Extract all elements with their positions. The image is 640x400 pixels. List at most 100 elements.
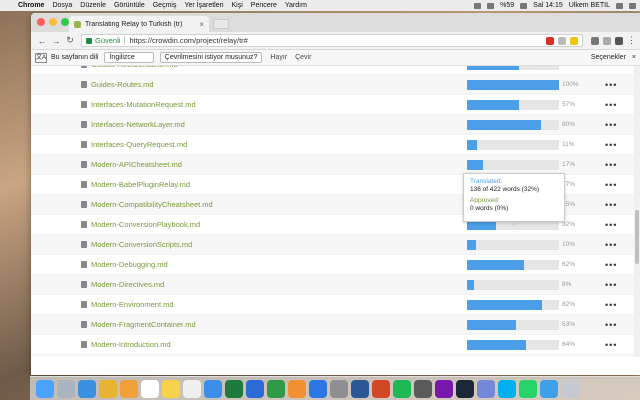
extension-icon-4[interactable] [615, 36, 623, 45]
file-row[interactable]: Interfaces-MutationRequest.md 57% ••• [31, 95, 640, 115]
steam-icon[interactable] [456, 379, 474, 398]
file-menu-icon[interactable]: ••• [605, 340, 617, 350]
progress-bar[interactable] [467, 319, 559, 330]
progress-bar[interactable] [467, 119, 559, 130]
wifi-icon[interactable] [487, 2, 495, 9]
file-row[interactable]: Modern-FragmentContainer.md 53% ••• [31, 315, 640, 335]
file-menu-icon[interactable]: ••• [605, 80, 617, 90]
bookmark-star-icon[interactable] [570, 36, 578, 45]
file-menu-icon[interactable]: ••• [605, 260, 617, 270]
close-window-button[interactable] [37, 18, 45, 26]
app-store-icon[interactable] [309, 379, 327, 398]
file-menu-icon[interactable]: ••• [605, 320, 617, 330]
tab-close-icon[interactable]: × [199, 20, 204, 29]
excel-icon[interactable] [225, 379, 243, 398]
file-name-link[interactable]: Interfaces-NetworkLayer.md [91, 120, 185, 129]
file-menu-icon[interactable]: ••• [605, 160, 617, 170]
file-row[interactable]: Modern-ConversionScripts.md 10% ••• [31, 235, 640, 255]
file-menu-icon[interactable]: ••• [605, 140, 617, 150]
file-name-link[interactable]: Modern-CompatibilityCheatsheet.md [91, 200, 213, 209]
extension-icon-3[interactable] [603, 36, 611, 45]
mail-icon[interactable] [204, 379, 222, 398]
new-tab-button[interactable] [213, 19, 229, 29]
extension-icon-2[interactable] [591, 36, 599, 45]
file-name-link[interactable]: Guides-Routes.md [91, 80, 154, 89]
file-name-link[interactable]: Modern-BabelPluginRelay.md [91, 180, 190, 189]
menu-item-people[interactable]: Kişi [232, 2, 243, 9]
file-name-link[interactable]: Modern-FragmentContainer.md [91, 320, 196, 329]
word-icon[interactable] [351, 379, 369, 398]
file-menu-icon[interactable]: ••• [605, 100, 617, 110]
menu-item-bookmarks[interactable]: Yer İşaretleri [184, 2, 223, 9]
finder-icon[interactable] [36, 379, 54, 398]
file-name-link[interactable]: Modern-Debugging.md [91, 260, 168, 269]
photos-icon[interactable] [120, 379, 138, 398]
file-name-link[interactable]: Interfaces-MutationRequest.md [91, 100, 196, 109]
dropbox-icon[interactable] [474, 2, 482, 9]
quicktime-icon[interactable] [414, 379, 432, 398]
discord-icon[interactable] [477, 379, 495, 398]
file-name-link[interactable]: Modern-ConversionScripts.md [91, 240, 192, 249]
translate-button[interactable]: Çevir [295, 54, 311, 61]
ibooks-icon[interactable] [288, 379, 306, 398]
progress-bar[interactable] [467, 79, 559, 90]
menu-app[interactable]: Chrome [18, 2, 44, 9]
extension-icon[interactable] [546, 36, 554, 45]
options-button[interactable]: Seçenekler [591, 54, 626, 61]
file-name-link[interactable]: Modern-Environment.md [91, 300, 174, 309]
trash-icon[interactable] [561, 379, 579, 398]
progress-bar[interactable] [467, 66, 559, 70]
notes-icon[interactable] [162, 379, 180, 398]
launchpad-icon[interactable] [57, 379, 75, 398]
file-row[interactable]: Interfaces-QueryRequest.md 11% ••• [31, 135, 640, 155]
language-select[interactable]: İngilizce [104, 52, 154, 63]
chrome-menu-icon[interactable]: ⋮ [627, 35, 636, 46]
file-row[interactable]: Modern-Mutations.md47%••• [31, 355, 640, 357]
file-name-link[interactable]: Interfaces-QueryRequest.md [91, 140, 187, 149]
scrollbar[interactable] [634, 66, 640, 357]
progress-bar[interactable] [467, 159, 559, 170]
scrollbar-thumb[interactable] [635, 210, 639, 264]
progress-bar[interactable] [467, 279, 559, 290]
battery-percent[interactable]: %59 [500, 2, 514, 9]
progress-bar[interactable] [467, 339, 559, 350]
system-preferences-icon[interactable] [330, 379, 348, 398]
reminders-icon[interactable] [183, 379, 201, 398]
menu-item-help[interactable]: Yardım [285, 2, 307, 9]
file-menu-icon[interactable]: ••• [605, 180, 617, 190]
onenote-icon[interactable] [435, 379, 453, 398]
maximize-window-button[interactable] [61, 18, 69, 26]
search-icon[interactable] [616, 2, 623, 9]
address-bar[interactable]: Güvenli https://crowdin.com/project/rela… [81, 34, 583, 47]
menu-clock[interactable]: Sal 14:15 [533, 2, 563, 9]
file-name-link[interactable]: Modern-ConversionPlaybook.md [91, 220, 200, 229]
downloads-icon[interactable] [540, 379, 558, 398]
file-row[interactable]: Modern-Environment.md 82% ••• [31, 295, 640, 315]
numbers-icon[interactable] [267, 379, 285, 398]
file-row[interactable]: Guides-RootContainer.md 97% ••• [31, 66, 640, 75]
menu-user[interactable]: Ulkem BETIL [569, 2, 610, 9]
back-icon[interactable]: ← [35, 36, 49, 46]
menu-item-file[interactable]: Dosya [52, 2, 72, 9]
menu-item-view[interactable]: Görüntüle [114, 2, 145, 9]
file-row[interactable]: Interfaces-NetworkLayer.md 80% ••• [31, 115, 640, 135]
forward-icon[interactable]: → [49, 36, 63, 46]
menu-item-window[interactable]: Pencere [251, 2, 277, 9]
safari-icon[interactable] [78, 379, 96, 398]
translate-icon[interactable] [558, 36, 566, 45]
tab-crowdin[interactable]: Translating Relay to Turkish (tr) × [69, 16, 209, 32]
progress-bar[interactable] [467, 139, 559, 150]
menu-item-edit[interactable]: Düzenle [80, 2, 106, 9]
calendar-icon[interactable] [141, 379, 159, 398]
progress-bar[interactable] [467, 259, 559, 270]
file-row[interactable]: Modern-APICheatsheet.md 17% ••• [31, 155, 640, 175]
file-name-link[interactable]: Modern-Directives.md [91, 280, 164, 289]
file-menu-icon[interactable]: ••• [605, 120, 617, 130]
file-row[interactable]: Modern-Debugging.md 62% ••• [31, 255, 640, 275]
file-name-link[interactable]: Modern-APICheatsheet.md [91, 160, 182, 169]
progress-bar[interactable] [467, 299, 559, 310]
skype-icon[interactable] [498, 379, 516, 398]
chrome-icon[interactable] [99, 379, 117, 398]
minimize-window-button[interactable] [49, 18, 57, 26]
file-menu-icon[interactable]: ••• [605, 300, 617, 310]
